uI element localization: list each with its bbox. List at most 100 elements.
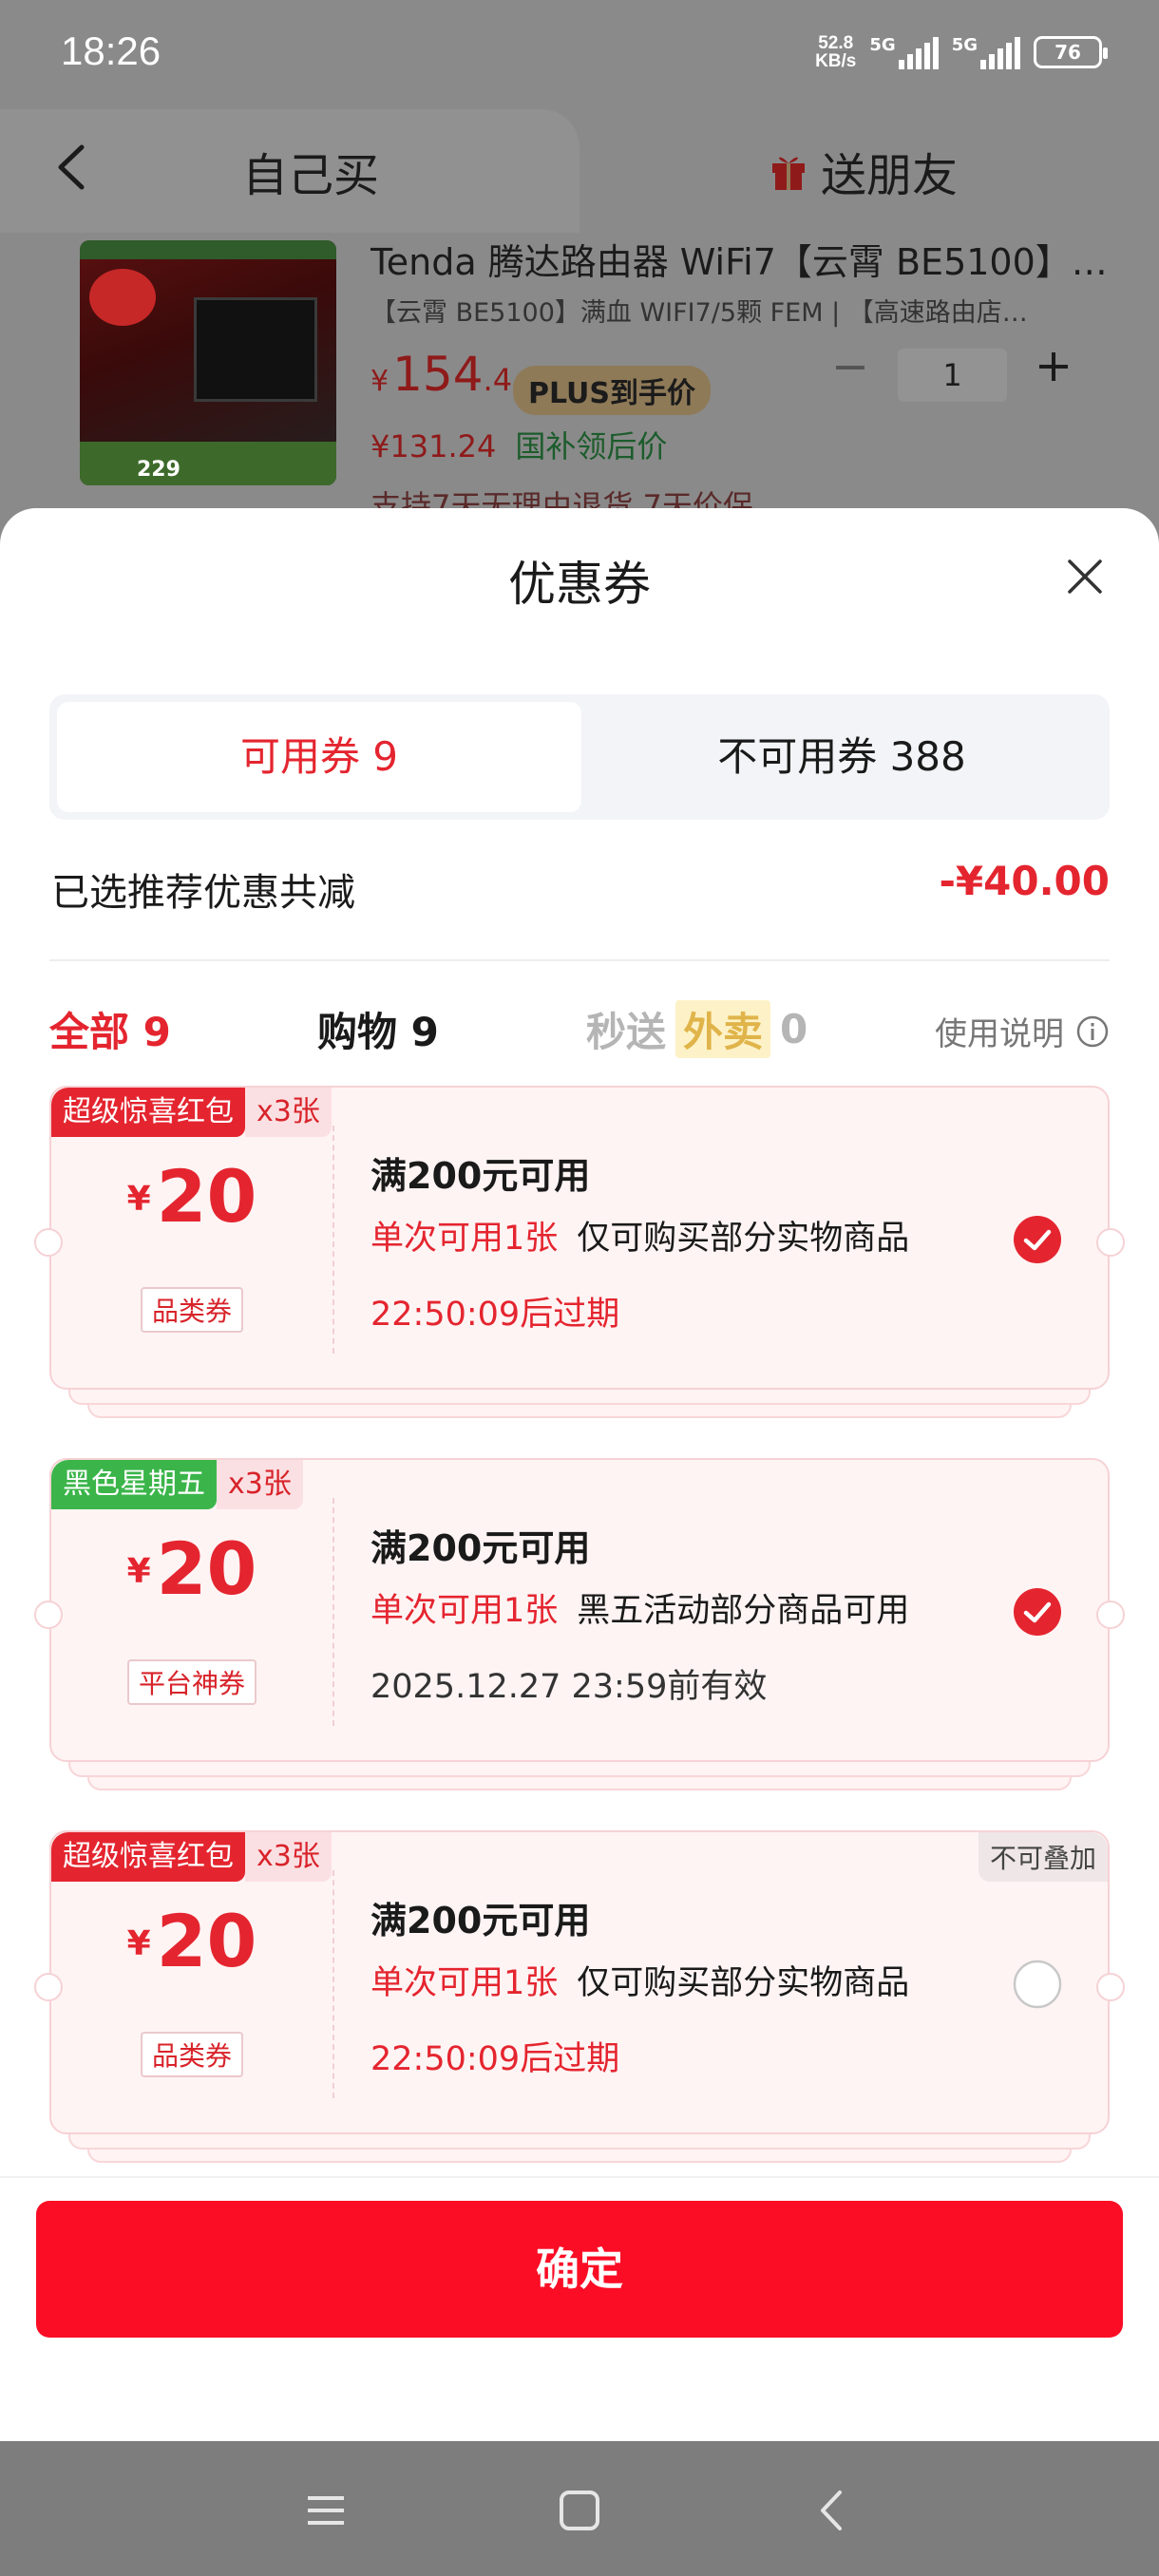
quantity-minus-button[interactable]	[836, 366, 864, 369]
tab-gift-label: 送朋友	[821, 149, 959, 202]
product-image: 229	[80, 240, 336, 485]
coupon-expiry: 22:50:09后过期	[370, 1296, 620, 1334]
coupon-expiry: 22:50:09后过期	[370, 2040, 620, 2078]
coupon-condition: 满200元可用	[370, 1155, 591, 1197]
filter-flash-count: 0	[780, 1006, 808, 1052]
tab-self-buy-label: 自己买	[242, 149, 380, 202]
coupon-filters: 全部 9 购物 9 秒送 外卖 0 使用说明	[49, 1000, 1110, 1058]
battery-level: 76	[1054, 41, 1081, 64]
filter-flash-delivery[interactable]: 秒送 外卖 0	[586, 1000, 808, 1058]
subsidy-price: ¥131.24 国补领后价	[370, 423, 667, 466]
quantity-plus-button[interactable]	[1037, 350, 1070, 383]
network-speed: 52.8 KB/s	[815, 34, 856, 70]
coupon-count: x3张	[245, 1088, 332, 1137]
filter-shopping[interactable]: 购物 9	[317, 1000, 439, 1058]
coupon-card[interactable]: 黑色星期五 x3张 ¥20 平台神券 满200元可用 单次可用1张 黑五活动部分商…	[34, 1458, 1125, 1790]
quantity-input[interactable]: 1	[898, 349, 1007, 402]
system-nav-bar	[0, 2441, 1159, 2576]
signal-label: 5G	[869, 35, 896, 55]
coupon-card[interactable]: 超级惊喜红包 x3张 不可叠加 ¥20 品类券 满200元可用 单次可用1张 仅可…	[34, 1830, 1125, 2163]
coupon-sheet: 优惠券 可用券 9 不可用券 388 已选推荐优惠共减 -¥40.00 全部 9…	[0, 508, 1159, 2441]
coupon-rule-limit: 单次可用1张	[370, 1592, 559, 1630]
tab-gift-friend[interactable]: 送朋友	[770, 138, 958, 204]
checked-icon[interactable]	[1013, 1215, 1062, 1264]
unchecked-radio-icon[interactable]	[1013, 1960, 1062, 2009]
coupon-amount-value: 20	[156, 1154, 257, 1239]
back-nav-icon[interactable]	[811, 2489, 855, 2532]
coupon-tag: 超级惊喜红包 x3张	[51, 1088, 332, 1137]
gift-icon	[772, 157, 805, 190]
coupon-condition: 满200元可用	[370, 1527, 591, 1569]
product-subtitle[interactable]: 【云霄 BE5100】满血 WIFI7/5颗 FEM | 【高速路由店…	[370, 292, 1028, 329]
net-speed-value: 52.8	[818, 33, 854, 53]
tab-unavailable-coupons[interactable]: 不可用券 388	[581, 702, 1102, 812]
selected-discount-value: -¥40.00	[939, 858, 1110, 904]
coupon-amount: ¥20	[51, 1526, 332, 1611]
status-time: 18:26	[61, 28, 162, 73]
coupon-rule: 单次可用1张 仅可购买部分实物商品	[370, 1211, 909, 1260]
coupon-amount: ¥20	[51, 1154, 332, 1239]
filter-all[interactable]: 全部 9	[49, 1000, 171, 1058]
non-stackable-badge: 不可叠加	[978, 1832, 1108, 1882]
confirm-button[interactable]: 确定	[36, 2201, 1123, 2338]
usage-instructions-label: 使用说明	[935, 1015, 1064, 1053]
coupon-type: 品类券	[140, 1287, 243, 1333]
signal-label-2: 5G	[951, 35, 978, 55]
product-price: ¥ 154 .4	[370, 347, 512, 402]
coupon-card[interactable]: 超级惊喜红包 x3张 ¥20 品类券 满200元可用 单次可用1张 仅可购买部分实…	[34, 1086, 1125, 1418]
coupon-rule: 单次可用1张 仅可购买部分实物商品	[370, 1956, 909, 2004]
signal-icon-2: 5G	[952, 35, 1020, 69]
coupon-amount-value: 20	[156, 1899, 257, 1983]
selected-discount-label: 已选推荐优惠共减	[51, 871, 355, 915]
coupon-availability-tabs: 可用券 9 不可用券 388	[49, 694, 1110, 820]
coupon-rule-limit: 单次可用1张	[370, 1964, 559, 2002]
coupon-expiry: 2025.12.27 23:59前有效	[370, 1668, 768, 1706]
coupon-yen: ¥	[126, 1180, 151, 1219]
coupon-rule-desc: 仅可购买部分实物商品	[577, 1220, 910, 1258]
coupon-tag-label: 黑色星期五	[51, 1460, 217, 1509]
menu-icon[interactable]	[304, 2489, 348, 2532]
battery-icon: 76	[1034, 36, 1108, 68]
coupon-type: 品类券	[140, 2032, 243, 2077]
product-title: Tenda 腾达路由器 WiFi7【云霄 BE5100】…	[370, 241, 1108, 283]
status-bar: 18:26 52.8 KB/s 5G 5G 76	[0, 0, 1159, 109]
filter-flash-label: 秒送	[586, 1009, 667, 1055]
coupon-rule-desc: 仅可购买部分实物商品	[577, 1964, 910, 2002]
coupon-tag: 黑色星期五 x3张	[51, 1460, 303, 1509]
coupon-count: x3张	[245, 1832, 332, 1882]
home-icon[interactable]	[558, 2489, 601, 2532]
coupon-rule-limit: 单次可用1张	[370, 1220, 559, 1258]
info-icon	[1076, 1015, 1109, 1047]
bottom-action-bar: 确定	[0, 2176, 1159, 2366]
coupon-yen: ¥	[126, 1924, 151, 1963]
divider	[49, 959, 1110, 961]
net-speed-unit: KB/s	[815, 51, 857, 71]
coupon-yen: ¥	[126, 1552, 151, 1591]
subsidy-price-label: 国补领后价	[515, 428, 668, 464]
coupon-condition: 满200元可用	[370, 1900, 591, 1941]
price-int: 154	[392, 347, 484, 402]
close-icon[interactable]	[1066, 558, 1104, 596]
back-icon[interactable]	[55, 143, 87, 191]
tab-available-coupons[interactable]: 可用券 9	[57, 702, 581, 812]
coupon-tag-label: 超级惊喜红包	[51, 1088, 245, 1137]
usage-instructions-link[interactable]: 使用说明	[935, 1008, 1110, 1054]
coupon-tag-label: 超级惊喜红包	[51, 1832, 245, 1882]
coupon-amount-value: 20	[156, 1526, 257, 1611]
coupon-rule-desc: 黑五活动部分商品可用	[577, 1592, 910, 1630]
price-yen: ¥	[370, 365, 390, 398]
coupon-rule: 单次可用1张 黑五活动部分商品可用	[370, 1583, 909, 1632]
sheet-title: 优惠券	[508, 557, 651, 612]
filter-takeout-label: 外卖	[675, 1000, 771, 1058]
product-image-price: 229	[137, 458, 180, 482]
subsidy-price-value: ¥131.24	[370, 428, 497, 464]
checked-icon[interactable]	[1013, 1587, 1062, 1637]
coupon-amount: ¥20	[51, 1899, 332, 1983]
price-dec: .4	[483, 362, 513, 398]
coupon-tag: 超级惊喜红包 x3张	[51, 1832, 332, 1882]
signal-icon: 5G	[869, 35, 939, 69]
plus-price-badge: PLUS到手价	[513, 366, 712, 415]
product-page-background: 自己买 送朋友 229 Tenda 腾达路由器 WiFi7【云霄 BE5100】…	[0, 109, 1159, 546]
coupon-count: x3张	[217, 1460, 303, 1509]
coupon-type: 平台神券	[126, 1659, 256, 1705]
